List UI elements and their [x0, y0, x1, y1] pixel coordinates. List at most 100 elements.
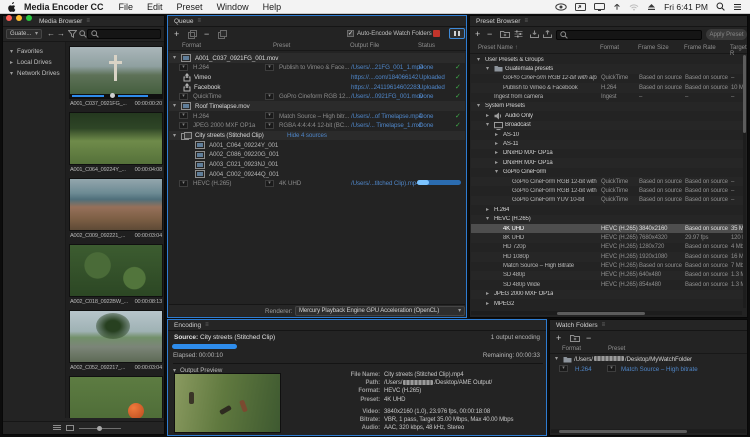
clip-thumbnail-soccer[interactable] — [69, 112, 163, 165]
notification-center-icon[interactable] — [733, 3, 742, 11]
menu-help[interactable]: Help — [256, 2, 289, 12]
queue-row-output[interactable]: ▾QuickTime▾GoPro Cineform RGB 12.../User… — [169, 92, 465, 102]
chevron-down-icon[interactable]: ▾ — [555, 356, 558, 362]
remove-icon[interactable]: − — [204, 29, 209, 39]
column-format[interactable]: Format — [562, 346, 581, 352]
column-preset[interactable]: Preset — [608, 346, 625, 352]
import-preset-icon[interactable] — [530, 30, 539, 38]
chevron-down-icon[interactable]: ▾ — [486, 122, 489, 128]
chevron-right-icon[interactable]: ▸ — [486, 291, 489, 297]
clip-thumbnail-ball[interactable] — [69, 376, 163, 418]
encoding-tab[interactable]: Encoding ≡ — [168, 320, 546, 331]
preset-group-row[interactable]: ▸H.264 — [471, 205, 746, 214]
queue-row-source[interactable]: ▾City streets (Stitched Clip)Hide 4 sour… — [169, 131, 465, 141]
preset-search-input[interactable] — [556, 30, 702, 40]
dropdown-toggle-icon[interactable]: ▾ — [607, 365, 616, 372]
clip-thumbnail-cliff[interactable] — [69, 310, 163, 363]
preset-row[interactable]: GoPro CineForm RGB 12-bit with alpha...Q… — [471, 186, 746, 195]
search-type-icon[interactable] — [79, 30, 87, 38]
column-format[interactable]: Format — [600, 45, 619, 51]
menu-edit[interactable]: Edit — [140, 2, 170, 12]
duplicate-icon[interactable] — [188, 30, 197, 41]
clip-thumbnail-forest[interactable] — [69, 244, 163, 297]
media-clip-item[interactable]: A002_C018_0922BW_...00:00:08:13 — [69, 244, 163, 305]
export-preset-icon[interactable] — [543, 30, 552, 38]
chevron-down-icon[interactable]: ▾ — [10, 49, 13, 55]
column-output-file[interactable]: Output File — [350, 43, 379, 49]
queue-row-source[interactable]: ▾A001_C037_0921FG_001.mov — [169, 53, 465, 63]
dropdown-toggle-icon[interactable]: ▾ — [265, 93, 274, 100]
watch-output-format[interactable]: H.264 — [575, 366, 592, 373]
preset-group-row[interactable]: ▸DNxHD MXF OP1a — [471, 149, 746, 158]
queue-row-output[interactable]: ▾H.264▾Match Source – High bitr.../Users… — [169, 111, 465, 121]
preset-row[interactable]: Publish to Vimeo & FacebookH.264Based on… — [471, 83, 746, 92]
create-group-icon[interactable] — [570, 334, 580, 344]
upload-url[interactable]: https://...24119614602283 — [351, 84, 420, 91]
output-format[interactable]: H.264 — [193, 113, 209, 120]
chevron-right-icon[interactable]: ▸ — [486, 301, 489, 307]
output-preset[interactable]: Publish to Vimeo & Face... — [279, 64, 349, 71]
dropdown-toggle-icon[interactable]: ▾ — [265, 180, 274, 187]
preset-group-row[interactable]: ▾System Presets — [471, 102, 746, 111]
media-source-dropdown[interactable]: Guate... ▾ — [6, 29, 42, 39]
tree-item-network-drives[interactable]: ▾Network Drives — [3, 68, 65, 79]
media-clip-item[interactable]: A001_C037_0921FG_...00:00:00:20 — [69, 46, 163, 107]
media-clip-item[interactable]: A002_C052_092217_...00:00:03:04 — [69, 310, 163, 371]
menu-clock[interactable]: Fri 6:41 PM — [664, 2, 708, 12]
clip-thumbnail-laketown[interactable] — [69, 178, 163, 231]
watch-folder-output-row[interactable]: ▾H.264▾Match Source – High bitrate — [551, 364, 746, 374]
chevron-down-icon[interactable]: ▾ — [477, 57, 480, 63]
menu-preset[interactable]: Preset — [170, 2, 210, 12]
chevron-down-icon[interactable]: ▾ — [173, 133, 176, 139]
chevron-down-icon[interactable]: ▾ — [477, 103, 480, 109]
preset-group-row[interactable]: ▸JPEG 2000 MXF OP1a — [471, 290, 746, 299]
preset-group-row[interactable]: ▸MPEG2 — [471, 299, 746, 308]
add-watch-folder-icon[interactable]: + — [556, 333, 561, 343]
thumbnail-zoom-slider[interactable] — [79, 428, 121, 429]
preset-group-row[interactable]: ▸AS-11 — [471, 140, 746, 149]
minimize-window-button[interactable] — [16, 15, 22, 21]
queue-row-subsource[interactable]: A001_C064_09224Y_001 — [169, 140, 465, 150]
queue-row-subsource[interactable]: A003_C021_0923NJ_001 — [169, 160, 465, 170]
output-file-link[interactable]: /Users/...21FG_001_1.mp4 — [351, 64, 423, 71]
auto-encode-checkbox[interactable]: ✓ — [347, 30, 354, 37]
output-preset[interactable]: 4K UHD — [279, 180, 301, 187]
tree-item-favorites[interactable]: ▾Favorites — [3, 46, 65, 57]
media-clip-item[interactable] — [69, 376, 163, 418]
output-preset[interactable]: Match Source – High bitr... — [279, 113, 349, 120]
dropdown-toggle-icon[interactable]: ▾ — [265, 64, 274, 71]
preset-row[interactable]: GoPro CineForm YUV 10-bitQuickTimeBased … — [471, 196, 746, 205]
panel-menu-icon[interactable]: ≡ — [602, 322, 606, 328]
apple-menu-icon[interactable] — [8, 2, 16, 12]
panel-menu-icon[interactable]: ≡ — [524, 18, 528, 24]
preset-row[interactable]: 4K UHDHEVC (H.265)3840x2160Based on sour… — [471, 224, 746, 233]
menu-window[interactable]: Window — [210, 2, 256, 12]
panel-menu-icon[interactable]: ≡ — [86, 18, 90, 24]
watch-output-preset[interactable]: Match Source – High bitrate — [621, 366, 698, 373]
clip-thumbnail-cross[interactable] — [69, 46, 163, 99]
queue-row-publish[interactable]: Vimeohttps://....com/184066142Uploaded✓ — [169, 72, 465, 82]
zoom-window-button[interactable] — [26, 15, 32, 21]
watch-folders-tab[interactable]: Watch Folders ≡ — [550, 320, 747, 331]
output-file-link[interactable]: /Users/...0921FG_001.mov — [351, 93, 423, 100]
dropdown-toggle-icon[interactable]: ▾ — [179, 112, 188, 119]
apply-preset-button[interactable]: Apply Preset — [706, 29, 747, 40]
output-preset[interactable]: GoPro Cineform RGB 12... — [279, 93, 350, 100]
preset-row[interactable]: Ingest from cameraIngest––– — [471, 93, 746, 102]
stop-queue-button[interactable] — [433, 30, 440, 37]
copy-icon[interactable] — [218, 30, 227, 41]
preset-group-row[interactable]: ▸Audio Only — [471, 111, 746, 120]
output-file-link[interactable]: /Users/... Timelapse_1.mxf — [351, 122, 422, 129]
preset-row[interactable]: SD 480pHEVC (H.265)640x480Based on sourc… — [471, 271, 746, 280]
column-preset[interactable]: Preset — [273, 43, 290, 49]
preset-row[interactable]: GoPro CineForm RGB 12-bit with alphaQuic… — [471, 177, 746, 186]
output-format[interactable]: JPEG 2000 MXF OP1a — [193, 122, 255, 129]
chevron-down-icon[interactable]: ▾ — [173, 103, 176, 109]
preset-group-row[interactable]: ▸AS-10 — [471, 130, 746, 139]
output-preset[interactable]: RGBA 4:4:4:4 12-bit (BC... — [279, 122, 349, 129]
upload-url[interactable]: https://....com/184066142 — [351, 74, 418, 81]
queue-row-subsource[interactable]: A004_C002_09244Q_001 — [169, 169, 465, 179]
output-format[interactable]: HEVC (H.265) — [193, 180, 231, 187]
column-frame-rate[interactable]: Frame Rate — [684, 45, 716, 51]
preset-group-row[interactable]: ▾GoPro CineForm — [471, 168, 746, 177]
